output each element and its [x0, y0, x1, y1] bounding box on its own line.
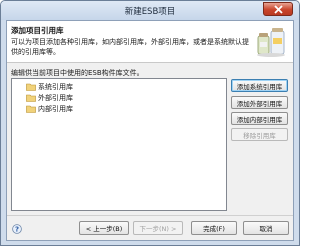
tree-item-label: 系统引用库: [38, 83, 73, 91]
window-title: 新建ESB项目: [124, 7, 176, 17]
footer-divider: [7, 215, 293, 216]
close-button[interactable]: [263, 2, 293, 16]
wizard-content: 添加项目引用库 可以为项目添加各种引用库，如内部引用库，外部引用库，或者是系统默…: [6, 20, 294, 241]
svg-text:?: ?: [15, 226, 19, 234]
finish-button[interactable]: 完成(F): [191, 221, 237, 235]
add-internal-library-button[interactable]: 添加内部引用库: [231, 112, 288, 125]
tree-item-label: 内部引用库: [38, 105, 73, 113]
cancel-button[interactable]: 取消: [243, 221, 289, 235]
next-button[interactable]: 下一步(N) >: [133, 221, 183, 235]
tree-item-system-library[interactable]: 系统引用库: [26, 82, 73, 92]
back-button[interactable]: < 上一步(B): [79, 221, 129, 235]
add-system-library-button[interactable]: 添加系统引用库: [231, 79, 288, 92]
tree-item-label: 外部引用库: [38, 94, 73, 102]
add-external-library-button[interactable]: 添加外部引用库: [231, 96, 288, 109]
close-icon: [274, 5, 283, 14]
instruction-text: 编辑供当前项目中使用的ESB构件库文件。: [11, 69, 144, 77]
wizard-header: 添加项目引用库 可以为项目添加各种引用库，如内部引用库，外部引用库，或者是系统默…: [7, 21, 293, 63]
library-tree[interactable]: 系统引用库 外部引用库 内部引用库: [11, 78, 227, 211]
page-title: 添加项目引用库: [11, 26, 64, 35]
library-jars-icon: [257, 28, 285, 57]
folder-icon: [26, 83, 36, 91]
tree-item-internal-library[interactable]: 内部引用库: [26, 104, 73, 114]
tree-item-external-library[interactable]: 外部引用库: [26, 93, 73, 103]
remove-library-button[interactable]: 移除引用库: [231, 128, 288, 141]
help-icon[interactable]: ?: [12, 224, 22, 234]
dialog-window: 新建ESB项目 添加项目引用库 可以为项目添加各种引用库，如内部引用库，外部引用…: [0, 0, 300, 246]
title-bar[interactable]: 新建ESB项目: [1, 1, 299, 20]
folder-icon: [26, 105, 36, 113]
folder-icon: [26, 94, 36, 102]
page-description: 可以为项目添加各种引用库，如内部引用库，外部引用库，或者是系统默认提供的引用库等…: [11, 38, 249, 56]
